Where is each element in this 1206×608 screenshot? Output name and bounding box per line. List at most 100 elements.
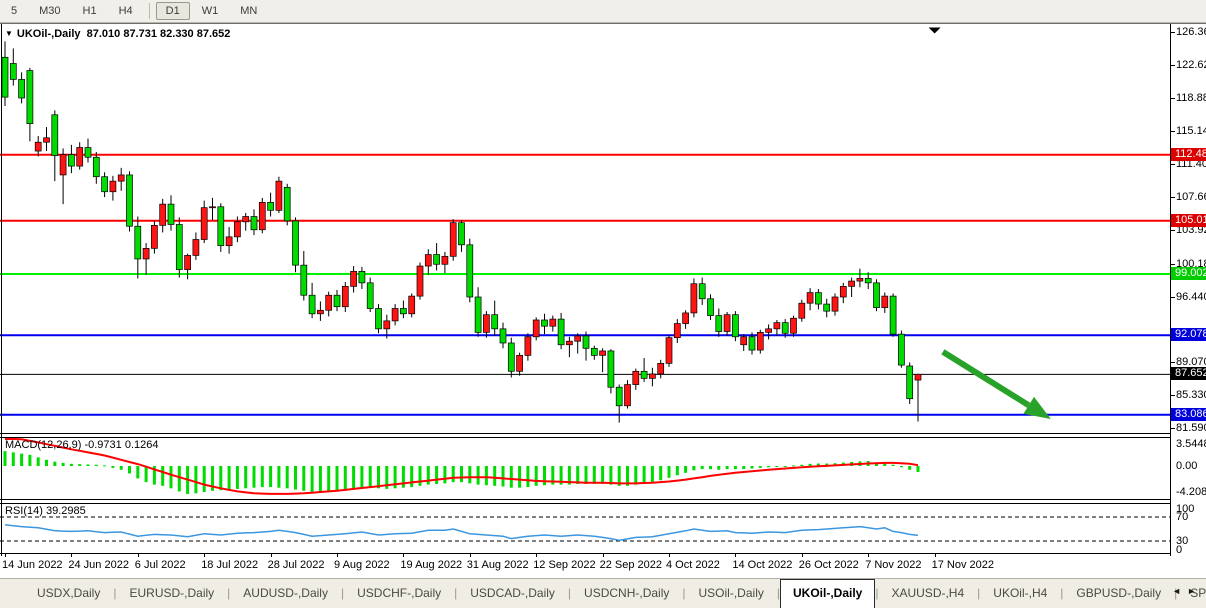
timeframe-button-w1[interactable]: W1 xyxy=(192,2,229,20)
price-tick-label: 118.880 xyxy=(1176,92,1206,104)
candle-body xyxy=(193,240,199,256)
macd-histogram-bar xyxy=(668,466,671,478)
candle-body xyxy=(392,308,398,320)
price-tick-mark xyxy=(1171,395,1175,396)
tab-usdcad-daily[interactable]: USDCAD-,Daily xyxy=(457,579,568,608)
macd-histogram-bar xyxy=(45,460,48,466)
macd-pane-canvas[interactable] xyxy=(0,438,1170,498)
candle-body xyxy=(699,284,705,299)
macd-histogram-bar xyxy=(136,466,139,478)
date-tick-mark xyxy=(71,553,72,557)
price-tick-label: 89.070 xyxy=(1176,356,1206,368)
rsi-indicator-label: RSI(14) 39.2985 xyxy=(5,505,86,517)
macd-histogram-bar xyxy=(62,463,65,466)
candle-body xyxy=(840,286,846,297)
pane-separator-macd[interactable] xyxy=(0,433,1206,438)
tab-scroll-left-icon[interactable]: ◄ xyxy=(1172,586,1187,596)
timeframe-button-h4[interactable]: H4 xyxy=(109,2,143,20)
price-axis-border xyxy=(1170,24,1171,556)
date-axis[interactable]: 14 Jun 202224 Jun 20226 Jul 202218 Jul 2… xyxy=(0,556,1206,578)
candle-body xyxy=(10,63,16,79)
tab-gbpusd-daily[interactable]: GBPUSD-,Daily xyxy=(1063,579,1174,608)
candle-body xyxy=(683,313,689,324)
candle-body xyxy=(2,57,8,97)
macd-histogram-bar xyxy=(203,466,206,492)
price-tick-mark xyxy=(1171,230,1175,231)
candle-body xyxy=(525,337,531,356)
date-tick-label: 12 Sep 2022 xyxy=(533,559,595,571)
timeframe-button-h1[interactable]: H1 xyxy=(73,2,107,20)
candle-body xyxy=(35,142,41,151)
timeframe-button-m30[interactable]: M30 xyxy=(29,2,70,20)
candle-body xyxy=(334,295,340,306)
timeframe-button-d1[interactable]: D1 xyxy=(156,2,190,20)
date-tick-label: 6 Jul 2022 xyxy=(135,559,186,571)
candle-body xyxy=(143,248,149,259)
trend-arrow-shaft[interactable] xyxy=(943,352,1029,405)
macd-histogram-bar xyxy=(336,466,339,491)
tab-ukoil-h4[interactable]: UKOil-,H4 xyxy=(980,579,1060,608)
candle-body xyxy=(774,323,780,329)
macd-histogram-bar xyxy=(253,466,256,488)
candle-body xyxy=(566,341,572,345)
price-tick-label: 107.660 xyxy=(1176,191,1206,203)
macd-histogram-bar xyxy=(12,452,15,466)
candle-body xyxy=(210,207,216,208)
candle-body xyxy=(824,304,830,311)
macd-histogram-bar xyxy=(37,457,40,466)
timeframe-button-mn[interactable]: MN xyxy=(230,2,267,20)
pane-separator-rsi[interactable] xyxy=(0,499,1206,504)
tab-usdx-daily[interactable]: USDX,Daily xyxy=(24,579,113,608)
candle-body xyxy=(151,225,157,248)
candle-body xyxy=(500,329,506,343)
macd-histogram-bar xyxy=(261,466,264,487)
symbol-tab-bar: USDX,Daily|EURUSD-,Daily|AUDUSD-,Daily|U… xyxy=(0,579,1206,608)
price-axis[interactable]: 126.360122.620118.880115.140111.400107.6… xyxy=(1171,24,1206,556)
macd-histogram-bar xyxy=(435,466,438,484)
candle-body xyxy=(268,202,274,210)
tab-eurusd-daily[interactable]: EURUSD-,Daily xyxy=(116,579,227,608)
macd-histogram-bar xyxy=(759,466,762,468)
macd-histogram-bar xyxy=(709,466,712,469)
candle-body xyxy=(791,318,797,333)
candle-body xyxy=(44,138,50,142)
rsi-pane-canvas[interactable] xyxy=(0,504,1170,553)
date-tick-mark xyxy=(403,553,404,557)
candle-body xyxy=(176,224,182,269)
macd-histogram-bar xyxy=(900,466,903,467)
candle-body xyxy=(201,208,207,240)
tab-usdchf-daily[interactable]: USDCHF-,Daily xyxy=(344,579,454,608)
candle-body xyxy=(367,283,373,309)
date-tick-label: 14 Oct 2022 xyxy=(732,559,792,571)
date-tick-mark xyxy=(669,553,670,557)
tab-scroll-right-icon[interactable]: ► xyxy=(1187,586,1202,596)
candle-body xyxy=(882,296,888,307)
macd-histogram-bar xyxy=(643,466,646,483)
date-tick-label: 22 Sep 2022 xyxy=(600,559,662,571)
timeframe-button-5[interactable]: 5 xyxy=(1,2,27,20)
macd-histogram-bar xyxy=(543,466,546,485)
macd-histogram-bar xyxy=(609,466,612,485)
price-chart-canvas[interactable] xyxy=(0,26,1170,433)
price-tick-mark xyxy=(1171,297,1175,298)
candle-body xyxy=(409,296,415,314)
price-tick-label: 122.620 xyxy=(1176,59,1206,71)
macd-indicator-label: MACD(12,26,9) -0.9731 0.1264 xyxy=(5,439,158,451)
candle-body xyxy=(417,266,423,296)
tab-usoil-daily[interactable]: USOil-,Daily xyxy=(686,579,777,608)
price-tick-mark xyxy=(1171,32,1175,33)
candle-body xyxy=(326,295,332,310)
date-tick-label: 28 Jul 2022 xyxy=(268,559,325,571)
candle-body xyxy=(898,334,904,365)
macd-histogram-bar xyxy=(111,466,114,468)
candle-body xyxy=(815,293,821,304)
chart-dropdown-icon[interactable]: ▼ xyxy=(5,29,13,38)
tab-xauusd-h4[interactable]: XAUUSD-,H4 xyxy=(878,579,977,608)
triangle-down-marker-icon[interactable] xyxy=(929,28,941,34)
tab-usdcnh-daily[interactable]: USDCNH-,Daily xyxy=(571,579,682,608)
tab-ukoil-daily[interactable]: UKOil-,Daily xyxy=(780,579,875,608)
candle-body xyxy=(243,217,249,222)
tab-audusd-daily[interactable]: AUDUSD-,Daily xyxy=(230,579,341,608)
candle-body xyxy=(118,175,124,181)
macd-histogram-bar xyxy=(593,466,596,484)
